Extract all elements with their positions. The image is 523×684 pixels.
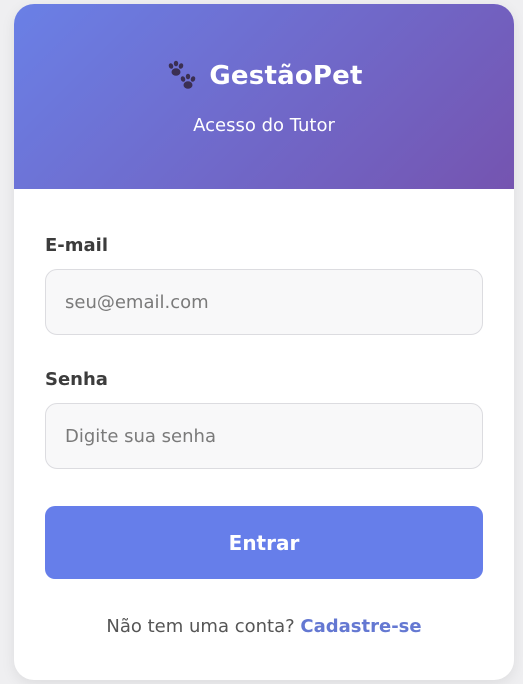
login-card: GestãoPet Acesso do Tutor E-mail Senha E…	[14, 4, 514, 680]
signup-link[interactable]: Cadastre-se	[300, 616, 421, 637]
login-button[interactable]: Entrar	[45, 506, 483, 579]
password-field[interactable]	[45, 403, 483, 469]
email-label: E-mail	[45, 235, 109, 256]
paw-prints-icon	[169, 60, 196, 89]
password-label: Senha	[45, 369, 108, 390]
brand: GestãoPet	[14, 60, 514, 92]
email-field[interactable]	[45, 269, 483, 335]
signup-prompt: Não tem uma conta? Cadastre-se	[45, 616, 483, 637]
signup-prompt-text: Não tem uma conta?	[106, 616, 295, 637]
login-form: E-mail Senha Entrar Não tem uma conta? C…	[14, 235, 514, 637]
page-subtitle: Acesso do Tutor	[193, 115, 335, 136]
card-header: GestãoPet Acesso do Tutor	[14, 4, 514, 189]
brand-name: GestãoPet	[209, 61, 363, 91]
